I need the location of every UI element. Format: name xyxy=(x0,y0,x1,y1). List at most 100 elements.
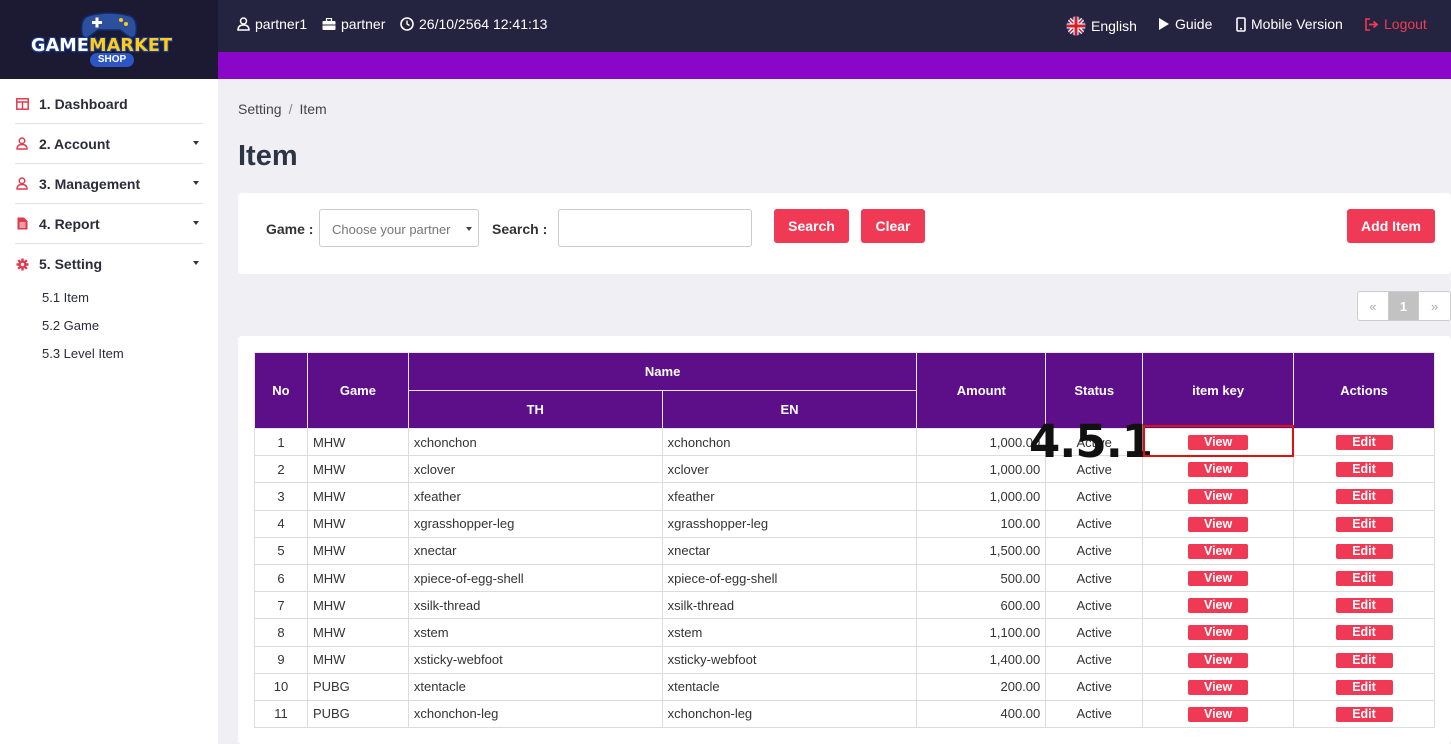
caret-down-icon xyxy=(193,221,199,225)
pagination-prev[interactable]: « xyxy=(1358,292,1389,320)
edit-button[interactable]: Edit xyxy=(1335,516,1393,532)
sidebar-subitem-level-item[interactable]: 5.3 Level Item xyxy=(42,346,124,361)
cell-amount: 1,400.00 xyxy=(916,645,1047,674)
cell-name-th: xchonchon-leg xyxy=(407,699,663,729)
sidebar-item-setting[interactable]: 5. Setting xyxy=(15,244,203,284)
search-input[interactable] xyxy=(558,209,752,247)
cell-amount: 400.00 xyxy=(916,699,1047,729)
cell-game: MHW xyxy=(306,536,409,565)
cell-amount: 1,000.00 xyxy=(916,427,1047,457)
cell-item-key: View xyxy=(1142,645,1295,674)
guide-link[interactable]: Guide xyxy=(1158,16,1212,32)
view-button[interactable]: View xyxy=(1188,543,1249,559)
view-button[interactable]: View xyxy=(1188,706,1249,722)
table-row: 2 MHW xclover xclover 1,000.00 Active View Edit xyxy=(254,455,1435,484)
pagination-next[interactable]: » xyxy=(1419,292,1450,320)
cell-actions: Edit xyxy=(1293,482,1435,511)
edit-button[interactable]: Edit xyxy=(1335,598,1393,614)
gear-icon xyxy=(15,257,29,271)
cell-actions: Edit xyxy=(1293,591,1435,620)
edit-button[interactable]: Edit xyxy=(1335,706,1393,722)
cell-amount: 1,000.00 xyxy=(916,455,1047,484)
edit-button[interactable]: Edit xyxy=(1335,462,1393,478)
cell-game: MHW xyxy=(306,591,409,620)
language-switch[interactable]: English xyxy=(1066,16,1137,36)
cell-actions: Edit xyxy=(1293,645,1435,674)
search-button[interactable]: Search xyxy=(774,209,849,243)
column-header-actions: Actions xyxy=(1293,352,1435,429)
cell-item-key: View xyxy=(1142,509,1295,538)
cell-actions: Edit xyxy=(1293,455,1435,484)
sidebar-item-management[interactable]: 3. Management xyxy=(15,164,203,204)
view-button[interactable]: View xyxy=(1188,571,1249,587)
cell-status: Active xyxy=(1045,618,1144,647)
view-button[interactable]: View xyxy=(1188,598,1249,614)
pagination-page[interactable]: 1 xyxy=(1388,292,1420,320)
cell-game: PUBG xyxy=(306,699,409,729)
user-info: partner1 xyxy=(237,16,307,32)
edit-button[interactable]: Edit xyxy=(1335,543,1393,559)
sidebar-item-label: 4. Report xyxy=(39,215,100,232)
cell-name-en: xclover xyxy=(661,455,918,484)
edit-button[interactable]: Edit xyxy=(1335,625,1393,641)
cell-item-key: View xyxy=(1142,672,1295,701)
sidebar-item-label: 2. Account xyxy=(39,135,111,152)
cell-no: 2 xyxy=(254,455,308,484)
cell-status: Active xyxy=(1045,645,1144,674)
cell-item-key: View xyxy=(1142,455,1295,484)
cell-no: 8 xyxy=(254,618,308,647)
breadcrumb-parent[interactable]: Setting xyxy=(238,101,282,117)
cell-game: PUBG xyxy=(306,672,409,701)
cell-game: MHW xyxy=(306,455,409,484)
game-select-placeholder: Choose your partner xyxy=(332,222,451,237)
sidebar-subitem-item[interactable]: 5.1 Item xyxy=(42,290,89,305)
annotation-highlight-box xyxy=(1143,425,1294,457)
column-header-name: Name xyxy=(407,352,918,391)
cell-name-en: xgrasshopper-leg xyxy=(661,509,918,538)
cell-name-en: xchonchon-leg xyxy=(661,699,918,729)
cell-no: 3 xyxy=(254,482,308,511)
view-button[interactable]: View xyxy=(1188,625,1249,641)
game-select[interactable]: Choose your partner xyxy=(319,209,479,247)
sidebar-subitem-game[interactable]: 5.2 Game xyxy=(42,318,99,333)
table-row: 5 MHW xnectar xnectar 1,500.00 Active View Edit xyxy=(254,536,1435,565)
user-role: partner xyxy=(341,16,386,32)
sidebar-item-report[interactable]: 4. Report xyxy=(15,204,203,244)
logo[interactable]: GAMEMARKET SHOP xyxy=(0,0,218,79)
cell-actions: Edit xyxy=(1293,672,1435,701)
sidebar-item-account[interactable]: 2. Account xyxy=(15,124,203,164)
edit-button[interactable]: Edit xyxy=(1335,652,1393,668)
view-button[interactable]: View xyxy=(1188,679,1249,695)
cell-amount: 600.00 xyxy=(916,591,1047,620)
mobile-version-link[interactable]: Mobile Version xyxy=(1236,16,1343,32)
cell-game: MHW xyxy=(306,563,409,593)
logout-link[interactable]: Logout xyxy=(1364,16,1427,32)
breadcrumb-separator: / xyxy=(288,101,293,117)
edit-button[interactable]: Edit xyxy=(1335,679,1393,695)
table-row: 9 MHW xsticky-webfoot xsticky-webfoot 1,400.… xyxy=(254,645,1435,674)
cell-item-key: View xyxy=(1142,699,1295,729)
cell-no: 4 xyxy=(254,509,308,538)
column-header-game: Game xyxy=(306,352,409,429)
add-item-button[interactable]: Add Item xyxy=(1347,209,1435,243)
view-button[interactable]: View xyxy=(1188,489,1249,505)
cell-game: MHW xyxy=(306,427,409,457)
sidebar-item-dashboard[interactable]: 1. Dashboard xyxy=(15,84,203,124)
table-row: 6 MHW xpiece-of-egg-shell xpiece-of-egg-she… xyxy=(254,563,1435,593)
view-button[interactable]: View xyxy=(1188,462,1249,478)
cell-item-key: View xyxy=(1142,618,1295,647)
cell-name-en: xpiece-of-egg-shell xyxy=(661,563,918,593)
chevron-down-icon xyxy=(466,227,472,231)
view-button[interactable]: View xyxy=(1188,516,1249,532)
cell-status: Active xyxy=(1045,591,1144,620)
view-button[interactable]: View xyxy=(1188,652,1249,668)
edit-button[interactable]: Edit xyxy=(1335,435,1393,451)
sidebar: 1. Dashboard 2. Account 3. Management 4.… xyxy=(0,79,218,744)
clear-button[interactable]: Clear xyxy=(861,209,925,243)
edit-button[interactable]: Edit xyxy=(1335,571,1393,587)
briefcase-icon xyxy=(322,17,336,30)
search-label: Search : xyxy=(492,221,548,237)
table-row: 3 MHW xfeather xfeather 1,000.00 Active View Ed… xyxy=(254,482,1435,511)
dashboard-icon xyxy=(15,97,29,111)
edit-button[interactable]: Edit xyxy=(1335,489,1393,505)
